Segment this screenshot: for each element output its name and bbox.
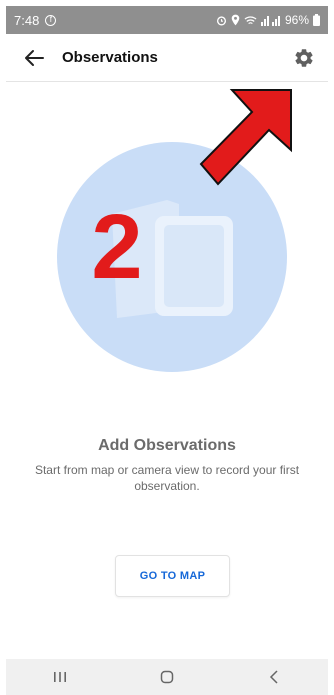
annotation-number: 2 <box>91 196 142 298</box>
empty-state-title: Add Observations <box>98 437 236 454</box>
empty-state-description: Start from map or camera view to record … <box>34 463 300 493</box>
system-nav-bar <box>6 659 328 695</box>
annotation-arrow <box>199 89 292 186</box>
status-time: 7:48 <box>14 12 40 28</box>
battery-percent: 96% <box>284 13 309 27</box>
location-icon <box>231 14 240 26</box>
facebook-icon: f <box>45 14 57 26</box>
recent-apps-button[interactable] <box>30 659 90 695</box>
battery-icon <box>313 14 320 26</box>
alarm-icon <box>216 15 227 25</box>
back-arrow-icon <box>25 49 44 66</box>
home-icon <box>160 670 174 684</box>
signal-icon <box>260 15 280 26</box>
gear-icon <box>295 48 313 67</box>
app-header: Observations <box>6 34 328 82</box>
system-back-button[interactable] <box>244 659 304 695</box>
home-button[interactable] <box>137 659 197 695</box>
wifi-icon <box>244 15 257 24</box>
go-to-map-button[interactable]: GO TO MAP <box>115 555 230 597</box>
page-title: Observations <box>62 49 158 66</box>
settings-button[interactable] <box>284 38 324 78</box>
recent-apps-icon <box>53 672 66 682</box>
back-icon <box>270 670 278 684</box>
status-bar: 7:48 f 96% <box>6 6 328 34</box>
back-button[interactable] <box>14 38 54 78</box>
status-icons: 96% <box>216 13 320 27</box>
